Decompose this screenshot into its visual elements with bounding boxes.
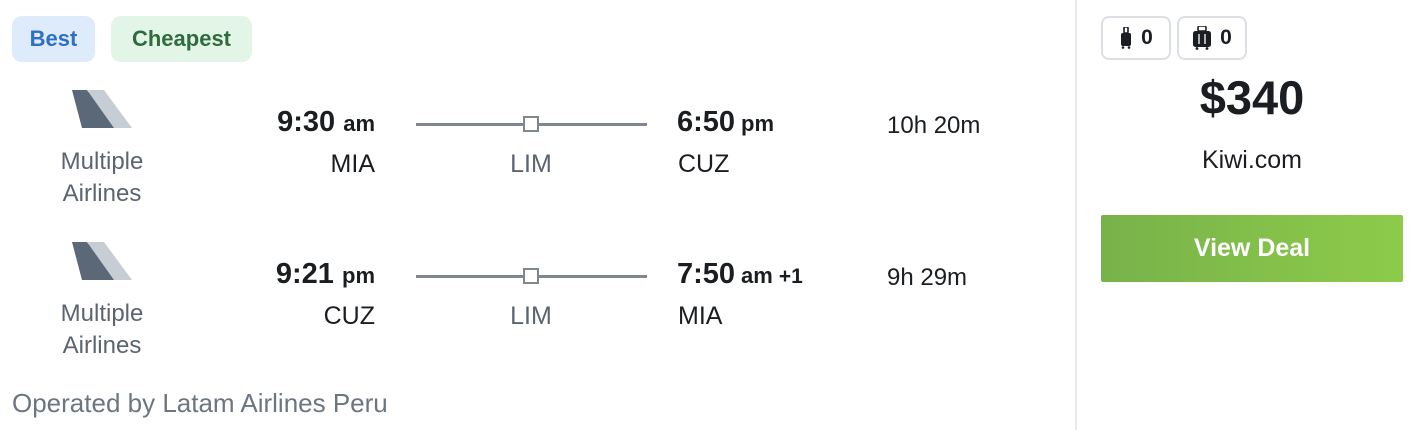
best-tag: Best	[12, 16, 95, 62]
departure-time: 9:30 am	[277, 106, 375, 138]
airline-name: Multiple Airlines	[60, 148, 144, 207]
departure-airport: CUZ	[323, 302, 375, 330]
card-divider	[1075, 0, 1077, 430]
flight-result-card[interactable]: Best Cheapest Multiple Airlines 9:30 am …	[0, 0, 1422, 430]
arrival-airport: MIA	[678, 302, 723, 330]
carry-on-count: 0	[1141, 26, 1153, 49]
stop-marker-icon	[523, 116, 539, 132]
departure-airport: MIA	[330, 150, 375, 178]
view-deal-button[interactable]: View Deal	[1101, 215, 1403, 282]
arrival-time: 6:50 pm	[677, 106, 775, 138]
flight-duration: 9h 29m	[887, 264, 968, 291]
carry-on-bag-counter[interactable]: 0	[1101, 16, 1171, 60]
checked-bag-counter[interactable]: 0	[1177, 16, 1247, 60]
flight-duration: 10h 20m	[887, 112, 981, 139]
outbound-leg: Multiple Airlines 9:30 am MIA LIM 6:50 pm…	[0, 84, 1075, 224]
arrival-time: 7:50 am +1	[677, 258, 803, 290]
checked-bag-icon	[1193, 26, 1212, 50]
stop-airport: LIM	[510, 302, 552, 330]
airline-logo-icon	[72, 242, 132, 280]
price: $340	[1199, 71, 1305, 124]
airline-logo-icon	[72, 90, 132, 128]
checked-bag-count: 0	[1220, 26, 1232, 49]
provider-name: Kiwi.com	[1201, 146, 1302, 174]
airline-name: Multiple Airlines	[60, 300, 144, 359]
return-leg: Multiple Airlines 9:21 pm CUZ LIM 7:50 am…	[0, 236, 1075, 376]
stop-marker-icon	[523, 268, 539, 284]
arrival-airport: CUZ	[678, 150, 730, 178]
departure-time: 9:21 pm	[275, 258, 375, 290]
stop-airport: LIM	[510, 150, 552, 178]
carry-on-bag-icon	[1121, 27, 1132, 49]
cheapest-tag: Cheapest	[111, 16, 252, 62]
operated-by-note: Operated by Latam Airlines Peru	[12, 388, 388, 418]
